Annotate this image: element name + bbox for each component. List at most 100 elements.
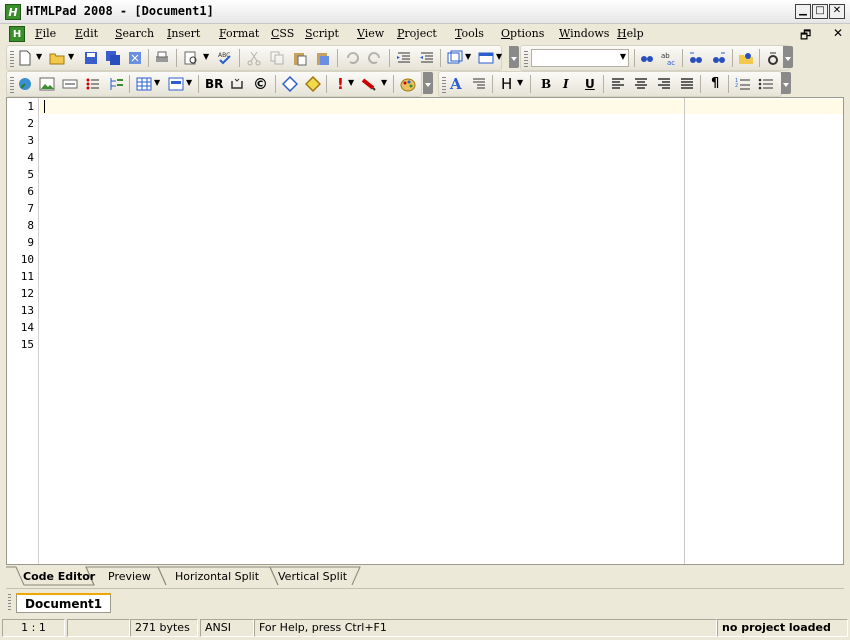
menu-edit[interactable]: Edit xyxy=(75,27,98,40)
menu-format[interactable]: Format xyxy=(219,27,259,40)
print-preview-icon[interactable] xyxy=(183,50,199,66)
menu-search[interactable]: Search xyxy=(115,27,154,40)
save-icon[interactable] xyxy=(83,50,99,66)
menu-tools[interactable]: Tools xyxy=(455,27,484,40)
tabs-grip[interactable] xyxy=(8,594,11,610)
document-tab[interactable]: Document1 xyxy=(16,593,112,613)
bold-button[interactable]: B xyxy=(541,77,551,91)
paragraph-format-icon[interactable] xyxy=(471,76,487,92)
chevron-down-icon[interactable]: ▼ xyxy=(186,78,192,87)
toolbar-overflow-chevron[interactable] xyxy=(781,72,791,94)
menu-css[interactable]: CSS xyxy=(271,27,294,40)
copy-icon[interactable] xyxy=(269,50,285,66)
paste-special-icon[interactable] xyxy=(315,50,331,66)
chevron-down-icon[interactable]: ▼ xyxy=(36,52,42,61)
outdent-icon[interactable] xyxy=(419,50,435,66)
menu-view[interactable]: View xyxy=(357,27,384,40)
restore-document-button[interactable]: 🗗 xyxy=(800,26,811,47)
underline-button[interactable]: U xyxy=(585,77,595,91)
chevron-down-icon[interactable]: ▼ xyxy=(203,52,209,61)
list-icon[interactable] xyxy=(85,76,101,92)
exclamation-icon[interactable]: ! xyxy=(337,75,344,93)
maximize-button[interactable]: □ xyxy=(812,4,828,19)
find-next-icon[interactable] xyxy=(711,50,727,66)
menu-file[interactable]: File xyxy=(35,27,56,40)
cut-icon[interactable] xyxy=(246,50,262,66)
diamond-tag-yellow-icon[interactable] xyxy=(305,76,321,92)
minimize-button[interactable]: ▁ xyxy=(795,4,811,19)
tab-preview[interactable]: Preview xyxy=(102,568,157,585)
find-icon[interactable] xyxy=(639,50,655,66)
toolbar-grip[interactable] xyxy=(442,77,446,93)
align-left-icon[interactable] xyxy=(610,76,626,92)
toolbar-overflow-chevron[interactable] xyxy=(509,46,519,68)
hyperlink-icon[interactable] xyxy=(17,76,33,92)
chevron-down-icon[interactable]: ▼ xyxy=(517,78,523,87)
color-palette-icon[interactable] xyxy=(400,76,416,92)
tab-code-editor[interactable]: Code Editor xyxy=(17,568,101,585)
window-layout-icon[interactable] xyxy=(447,50,463,66)
ordered-list-icon[interactable]: 12 xyxy=(735,76,751,92)
new-file-icon[interactable] xyxy=(17,50,33,66)
spell-check-icon[interactable]: ABC xyxy=(217,50,233,66)
toolbar-overflow-chevron[interactable] xyxy=(783,46,793,68)
menu-options[interactable]: Options xyxy=(501,27,544,40)
indent-icon[interactable] xyxy=(396,50,412,66)
undo-icon[interactable] xyxy=(344,50,360,66)
line-break-button[interactable]: BR xyxy=(205,77,223,91)
chevron-down-icon[interactable]: ▼ xyxy=(465,52,471,61)
save-all-icon[interactable] xyxy=(105,50,121,66)
menu-script[interactable]: Script xyxy=(305,27,339,40)
toolbar-grip[interactable] xyxy=(524,51,528,67)
paste-icon[interactable] xyxy=(292,50,308,66)
open-folder-icon[interactable] xyxy=(49,50,65,66)
close-document-button[interactable]: ✕ xyxy=(833,26,843,40)
chevron-down-icon[interactable]: ▼ xyxy=(496,52,502,61)
table-icon[interactable] xyxy=(136,76,152,92)
menu-help[interactable]: Help xyxy=(617,27,644,40)
find-in-files-icon[interactable] xyxy=(738,50,754,66)
image-icon[interactable] xyxy=(39,76,55,92)
horizontal-rule-icon[interactable] xyxy=(62,76,78,92)
replace-icon[interactable]: abac xyxy=(661,50,677,66)
align-center-icon[interactable] xyxy=(633,76,649,92)
heading-button[interactable]: H xyxy=(501,75,512,93)
justify-icon[interactable] xyxy=(679,76,695,92)
chevron-down-icon[interactable]: ▼ xyxy=(68,52,74,61)
diamond-tag-icon[interactable] xyxy=(282,76,298,92)
code-editor[interactable]: 1 2 3 4 5 6 7 8 9 10 11 12 13 14 15 xyxy=(6,97,844,565)
close-file-icon[interactable] xyxy=(127,50,143,66)
goto-line-icon[interactable] xyxy=(765,50,781,66)
document-icon[interactable]: H xyxy=(9,26,25,42)
close-button[interactable]: ✕ xyxy=(829,4,845,19)
chevron-down-icon[interactable]: ▼ xyxy=(620,52,626,61)
find-previous-icon[interactable] xyxy=(688,50,704,66)
redo-icon[interactable] xyxy=(367,50,383,66)
chevron-down-icon[interactable]: ▼ xyxy=(154,78,160,87)
marker-icon[interactable] xyxy=(361,76,377,92)
tab-vertical-split[interactable]: Vertical Split xyxy=(272,568,353,585)
italic-button[interactable]: I xyxy=(563,77,569,91)
copyright-button[interactable]: © xyxy=(253,75,268,93)
toolbar-overflow-chevron[interactable] xyxy=(423,72,433,94)
chevron-down-icon[interactable]: ▼ xyxy=(381,78,387,87)
toolbar-grip[interactable] xyxy=(10,77,14,93)
unordered-list-icon[interactable] xyxy=(758,76,774,92)
menu-windows[interactable]: Windows xyxy=(559,27,609,40)
print-icon[interactable] xyxy=(154,50,170,66)
align-right-icon[interactable] xyxy=(656,76,672,92)
menu-insert[interactable]: Insert xyxy=(167,27,200,40)
tree-list-icon[interactable] xyxy=(108,76,124,92)
paragraph-button[interactable]: ¶ xyxy=(711,76,719,91)
panel-layout-icon[interactable] xyxy=(478,50,494,66)
tab-horizontal-split[interactable]: Horizontal Split xyxy=(169,568,265,585)
search-combo[interactable]: ▼ xyxy=(531,49,629,67)
standard-toolbar: ▼ ▼ ▼ ABC ▼ ▼ xyxy=(6,45,519,71)
chevron-down-icon[interactable]: ▼ xyxy=(348,78,354,87)
font-button[interactable]: A xyxy=(450,75,462,93)
app-icon[interactable]: H xyxy=(5,4,21,20)
menu-project[interactable]: Project xyxy=(397,27,437,40)
non-breaking-space-icon[interactable] xyxy=(229,76,245,92)
form-icon[interactable] xyxy=(168,76,184,92)
toolbar-grip[interactable] xyxy=(10,51,14,67)
